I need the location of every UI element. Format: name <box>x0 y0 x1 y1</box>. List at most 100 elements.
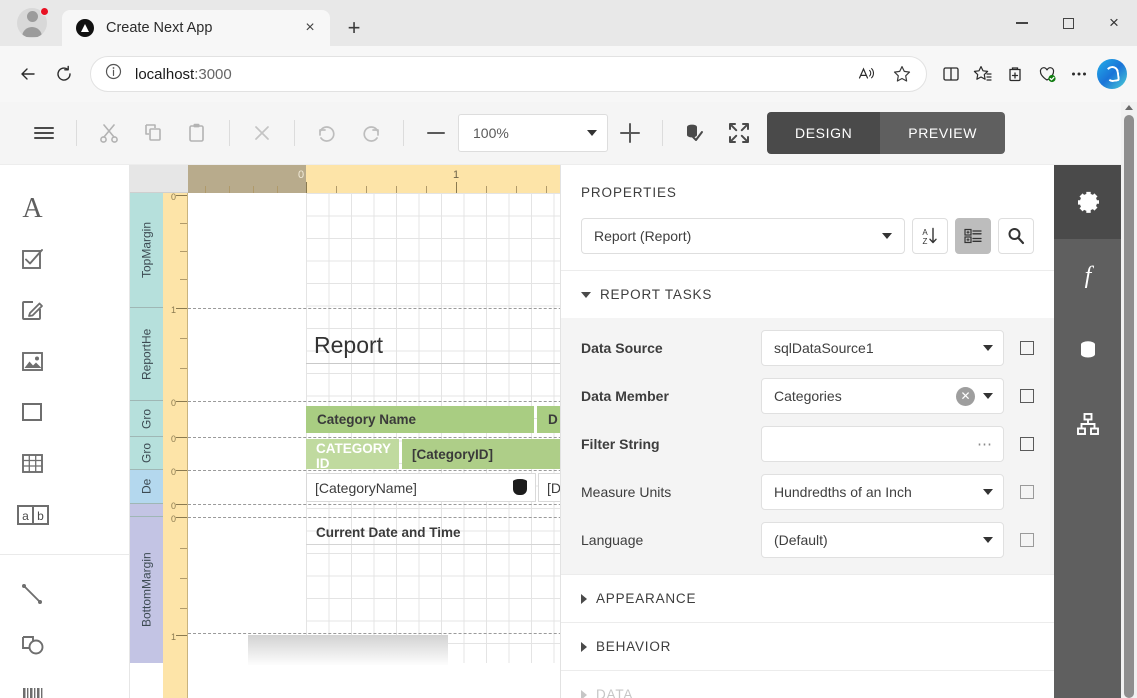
measure-units-expression-checkbox[interactable] <box>1020 485 1034 499</box>
more-options-icon[interactable] <box>1063 58 1095 90</box>
read-aloud-icon[interactable] <box>850 58 882 90</box>
validate-bindings-icon[interactable] <box>673 113 717 153</box>
split-screen-icon[interactable] <box>935 58 967 90</box>
favorite-star-icon[interactable] <box>886 58 918 90</box>
selected-object-value: Report (Report) <box>594 228 692 244</box>
zoom-out-icon[interactable] <box>414 113 458 153</box>
measure-units-select[interactable]: Hundredths of an Inch <box>761 474 1004 510</box>
field-list-panel-tab[interactable] <box>1054 313 1121 387</box>
panel-icon[interactable] <box>0 387 65 438</box>
profile-button[interactable] <box>12 3 52 43</box>
categorized-view-icon[interactable] <box>955 218 991 254</box>
language-expression-checkbox[interactable] <box>1020 533 1034 547</box>
band-strip: TopMargin ReportHe Gro Gro De BottomMarg… <box>130 193 163 698</box>
band-detail[interactable]: De <box>130 470 163 504</box>
control-group-header-value[interactable]: [CategoryID] <box>402 439 560 469</box>
band-label: De <box>139 478 154 495</box>
control-group-header-label[interactable]: CATEGORY ID <box>306 439 399 469</box>
section-header-report-tasks[interactable]: REPORT TASKS <box>561 270 1054 318</box>
barcode-icon[interactable] <box>0 671 65 698</box>
filter-string-expression-checkbox[interactable] <box>1020 437 1034 451</box>
language-select[interactable]: (Default) <box>761 522 1004 558</box>
control-detail-category-name[interactable]: [CategoryName] <box>306 473 536 502</box>
ellipsis-icon[interactable]: ⋯ <box>977 435 993 453</box>
control-detail-description[interactable]: [D <box>538 473 560 502</box>
data-member-select[interactable]: Categories ✕ <box>761 378 1004 414</box>
scroll-up-arrow-icon[interactable] <box>1125 105 1133 110</box>
chevron-down-icon <box>882 233 892 239</box>
band-group-header-2[interactable]: Gro <box>130 437 163 470</box>
close-icon[interactable]: × <box>298 16 322 40</box>
fullscreen-icon[interactable] <box>717 113 761 153</box>
selected-object-select[interactable]: Report (Report) <box>581 218 905 254</box>
control-text: [D <box>547 479 560 496</box>
search-icon[interactable] <box>998 218 1034 254</box>
band-report-footer[interactable] <box>130 504 163 517</box>
copilot-icon[interactable] <box>1097 59 1127 89</box>
control-footer-datetime[interactable]: Current Date and Time <box>306 521 560 545</box>
character-comb-icon[interactable]: ab <box>0 489 65 540</box>
minimize-icon[interactable] <box>999 0 1045 46</box>
properties-panel-tab[interactable] <box>1054 165 1121 239</box>
browser-essentials-icon[interactable] <box>1031 58 1063 90</box>
band-separator <box>188 470 560 471</box>
address-bar[interactable]: localhost:3000 <box>90 56 927 92</box>
new-tab-button[interactable]: + <box>338 12 370 44</box>
control-report-title[interactable]: Report <box>306 327 560 364</box>
band-top-margin[interactable]: TopMargin <box>130 193 163 308</box>
page-scrollbar[interactable] <box>1121 102 1137 698</box>
menu-icon[interactable] <box>22 113 66 153</box>
vruler-label: 0 <box>170 514 176 524</box>
table-icon[interactable] <box>0 438 65 489</box>
undo-icon[interactable] <box>305 113 349 153</box>
reload-icon[interactable] <box>46 56 82 92</box>
property-label: Filter String <box>581 436 660 452</box>
sort-alphabetical-icon[interactable]: AZ <box>912 218 948 254</box>
cut-icon[interactable] <box>87 113 131 153</box>
expressions-panel-tab[interactable]: f <box>1054 239 1121 313</box>
shape-icon[interactable] <box>0 620 65 671</box>
chevron-right-icon <box>581 593 587 604</box>
band-group-header-1[interactable]: Gro <box>130 401 163 437</box>
zoom-level-select[interactable]: 100% <box>458 114 608 152</box>
data-member-expression-checkbox[interactable] <box>1020 389 1034 403</box>
collections-icon[interactable] <box>999 58 1031 90</box>
browser-tab[interactable]: Create Next App × <box>62 10 330 46</box>
data-source-select[interactable]: sqlDataSource1 <box>761 330 1004 366</box>
filter-string-input[interactable]: ⋯ <box>761 426 1004 462</box>
section-header-behavior[interactable]: BEHAVIOR <box>561 622 1054 670</box>
check-box-icon[interactable] <box>0 234 65 285</box>
data-source-expression-checkbox[interactable] <box>1020 341 1034 355</box>
section-header-data[interactable]: DATA <box>561 670 1054 698</box>
control-column-header-description[interactable]: D <box>537 406 560 433</box>
tab-preview[interactable]: PREVIEW <box>880 112 1006 154</box>
label-tool[interactable]: A <box>0 183 65 234</box>
copy-icon[interactable] <box>131 113 175 153</box>
favorites-icon[interactable] <box>967 58 999 90</box>
band-report-header[interactable]: ReportHe <box>130 308 163 401</box>
zoom-in-icon[interactable] <box>608 113 652 153</box>
band-label: TopMargin <box>139 221 154 279</box>
report-explorer-panel-tab[interactable] <box>1054 387 1121 461</box>
back-arrow-icon[interactable] <box>10 56 46 92</box>
line-icon[interactable] <box>0 569 65 620</box>
picture-icon[interactable] <box>0 336 65 387</box>
paste-icon[interactable] <box>175 113 219 153</box>
clear-icon[interactable]: ✕ <box>956 386 975 406</box>
section-header-appearance[interactable]: APPEARANCE <box>561 574 1054 622</box>
band-bottom-margin[interactable]: BottomMargin <box>130 517 163 663</box>
rich-text-icon[interactable] <box>0 285 65 336</box>
chevron-down-icon <box>587 130 597 136</box>
url-text[interactable]: localhost:3000 <box>135 66 850 83</box>
band-label <box>130 504 163 516</box>
delete-icon[interactable] <box>240 113 284 153</box>
close-window-icon[interactable]: × <box>1091 0 1137 46</box>
report-design-canvas[interactable]: 0 1 2 <box>130 165 560 698</box>
redo-icon[interactable] <box>349 113 393 153</box>
scrollbar-thumb[interactable] <box>1124 115 1134 698</box>
control-column-header-category-name[interactable]: Category Name <box>306 406 534 433</box>
info-circle-icon[interactable] <box>105 63 122 85</box>
maximize-icon[interactable] <box>1045 0 1091 46</box>
tab-design[interactable]: DESIGN <box>767 112 881 154</box>
design-surface[interactable]: Report Category Name D CATEGORY ID [Cate… <box>188 193 560 698</box>
